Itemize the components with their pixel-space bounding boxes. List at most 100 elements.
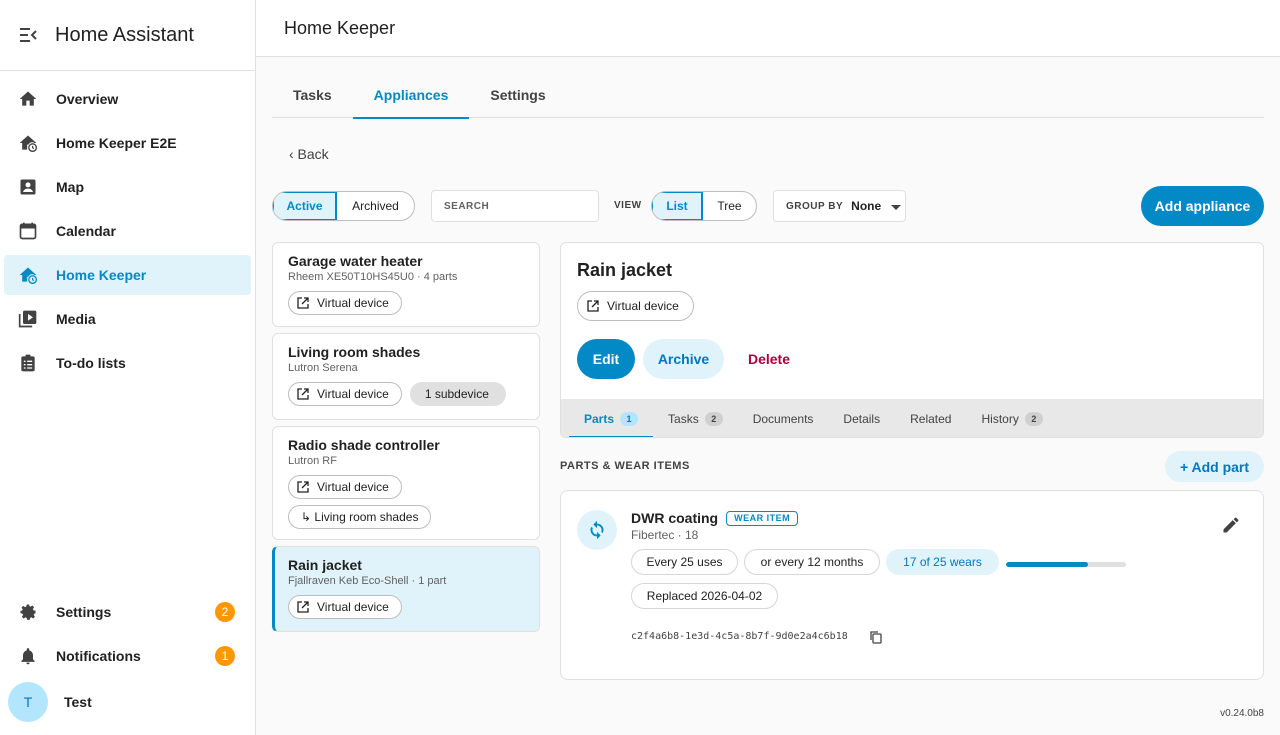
sidebar-item-home-keeper-e2e[interactable]: Home Keeper E2E: [4, 123, 251, 163]
sidebar-item-home-keeper[interactable]: Home Keeper: [4, 255, 251, 295]
menu-collapse-icon[interactable]: [18, 25, 38, 45]
subdevice-chip[interactable]: 1 subdevice: [409, 382, 506, 406]
page-title: Home Keeper: [284, 17, 396, 38]
wear-item-tag: WEAR ITEM: [726, 510, 799, 526]
home-icon: [18, 89, 38, 109]
tab-tasks[interactable]: Tasks 2: [653, 399, 738, 437]
appliance-subtitle: Fjallraven Keb Eco-Shell · 1 part: [288, 575, 447, 587]
appliance-card-selected[interactable]: Rain jacket Fjallraven Keb Eco-Shell · 1…: [272, 546, 540, 632]
appliance-chips: Virtual device: [288, 291, 539, 315]
count-badge: 2: [704, 411, 723, 426]
open-in-new-icon: [297, 297, 309, 309]
add-appliance-button[interactable]: Add appliance: [1141, 186, 1264, 226]
virtual-device-chip[interactable]: Virtual device: [288, 382, 402, 406]
virtual-device-chip[interactable]: Virtual device: [288, 475, 402, 499]
count-badge: 2: [1024, 411, 1043, 426]
part-name: DWR coating: [631, 510, 719, 526]
sidebar-item-label: Map: [56, 179, 84, 195]
appliance-card[interactable]: Garage water heater Rheem XE50T10HS45U0 …: [272, 242, 540, 327]
tab-label: Details: [843, 411, 881, 426]
home-clock-icon: [18, 265, 38, 285]
view-list-option[interactable]: List: [652, 192, 703, 220]
sidebar-item-label: Overview: [56, 91, 119, 107]
tab-documents[interactable]: Documents: [738, 399, 829, 437]
interval-uses-pill: Every 25 uses: [631, 549, 738, 575]
search-input[interactable]: [431, 190, 599, 222]
appliance-subtitle: Lutron Serena: [288, 362, 358, 374]
tab-label: Parts: [584, 411, 615, 426]
group-by-select[interactable]: GROUP BY None: [773, 190, 906, 222]
sidebar-item-label: Notifications: [56, 648, 141, 664]
sidebar-user[interactable]: T Test: [0, 680, 255, 724]
interval-months-pill: or every 12 months: [744, 549, 880, 575]
part-name-row: DWR coating WEAR ITEM: [631, 510, 799, 526]
home-clock-icon: [18, 133, 38, 153]
settings-badge: 2: [215, 602, 235, 622]
appliance-name: Radio shade controller: [288, 437, 440, 453]
sidebar-item-todo-lists[interactable]: To-do lists: [4, 343, 251, 383]
tab-settings[interactable]: Settings: [469, 72, 566, 118]
user-name: Test: [64, 694, 92, 710]
open-in-new-icon: [297, 388, 309, 400]
add-part-button[interactable]: + Add part: [1165, 451, 1264, 482]
part-card: DWR coating WEAR ITEM Fibertec · 18 Ever…: [560, 490, 1264, 680]
delete-button[interactable]: Delete: [733, 339, 805, 379]
virtual-device-chip[interactable]: Virtual device: [288, 595, 402, 619]
sidebar-item-label: To-do lists: [56, 355, 126, 371]
tab-label: Related: [910, 411, 952, 426]
part-subtitle: Fibertec · 18: [631, 528, 699, 542]
play-box-multiple-icon: [18, 309, 38, 329]
tab-appliances[interactable]: Appliances: [352, 72, 470, 119]
appliance-card[interactable]: Living room shades Lutron Serena Virtual…: [272, 333, 540, 420]
sidebar-item-label: Calendar: [56, 223, 116, 239]
filter-active-option[interactable]: Active: [273, 192, 337, 220]
sidebar-item-media[interactable]: Media: [4, 299, 251, 339]
appliance-chips: Virtual device: [288, 475, 539, 499]
count-badge: 1: [620, 411, 639, 426]
view-tree-option[interactable]: Tree: [703, 192, 756, 220]
sidebar-nav: Overview Home Keeper E2E Map Calendar Ho…: [0, 71, 255, 383]
appliance-name: Living room shades: [288, 344, 421, 360]
tab-related[interactable]: Related: [895, 399, 966, 437]
pencil-icon[interactable]: [1221, 515, 1241, 535]
tab-label: Documents: [752, 411, 814, 426]
notifications-badge: 1: [215, 646, 235, 666]
sidebar-item-calendar[interactable]: Calendar: [4, 211, 251, 251]
filter-archived-option[interactable]: Archived: [337, 192, 414, 220]
appliance-chips: Virtual device 1 subdevice: [288, 382, 539, 406]
parent-device-chip[interactable]: ↳ Living room shades: [288, 505, 432, 529]
edit-button[interactable]: Edit: [577, 339, 635, 379]
back-link[interactable]: ‹ Back: [289, 146, 329, 162]
virtual-device-chip[interactable]: Virtual device: [288, 291, 402, 315]
tab-history[interactable]: History 2: [966, 399, 1057, 437]
copy-icon[interactable]: [869, 630, 883, 644]
sidebar-item-label: Media: [56, 311, 96, 327]
appliance-card[interactable]: Radio shade controller Lutron RF Virtual…: [272, 426, 540, 540]
tab-details[interactable]: Details: [828, 399, 895, 437]
virtual-device-chip[interactable]: Virtual device: [577, 291, 694, 321]
view-label: VIEW: [614, 200, 642, 211]
group-by-value: None: [851, 199, 882, 213]
sidebar-item-map[interactable]: Map: [4, 167, 251, 207]
sidebar: Home Assistant Overview Home Keeper E2E …: [0, 0, 256, 735]
appliance-detail: Rain jacket Virtual device Edit Archive …: [560, 242, 1264, 438]
open-in-new-icon: [297, 601, 309, 613]
avatar: T: [8, 682, 48, 722]
clipboard-list-icon: [18, 353, 38, 373]
chevron-down-icon: [891, 204, 902, 210]
archive-button[interactable]: Archive: [643, 339, 724, 379]
detail-tabs: Parts 1 Tasks 2 Documents Details Related …: [561, 399, 1263, 437]
sidebar-item-label: Home Keeper E2E: [56, 135, 177, 151]
appliance-subtitle: Rheem XE50T10HS45U0 · 4 parts: [288, 271, 458, 283]
sidebar-item-notifications[interactable]: Notifications 1: [4, 636, 251, 676]
chip-label: Virtual device: [317, 480, 389, 494]
top-bar: Home Keeper: [256, 0, 1280, 57]
sidebar-item-overview[interactable]: Overview: [4, 79, 251, 119]
parts-section-header: PARTS & WEAR ITEMS: [560, 460, 690, 472]
appliance-chips: ↳ Living room shades: [288, 505, 539, 529]
tab-parts[interactable]: Parts 1: [569, 399, 654, 437]
appliance-chips: Virtual device: [288, 595, 539, 619]
open-in-new-icon: [587, 300, 599, 312]
sidebar-item-settings[interactable]: Settings 2: [4, 592, 251, 632]
tab-tasks[interactable]: Tasks: [272, 72, 353, 118]
